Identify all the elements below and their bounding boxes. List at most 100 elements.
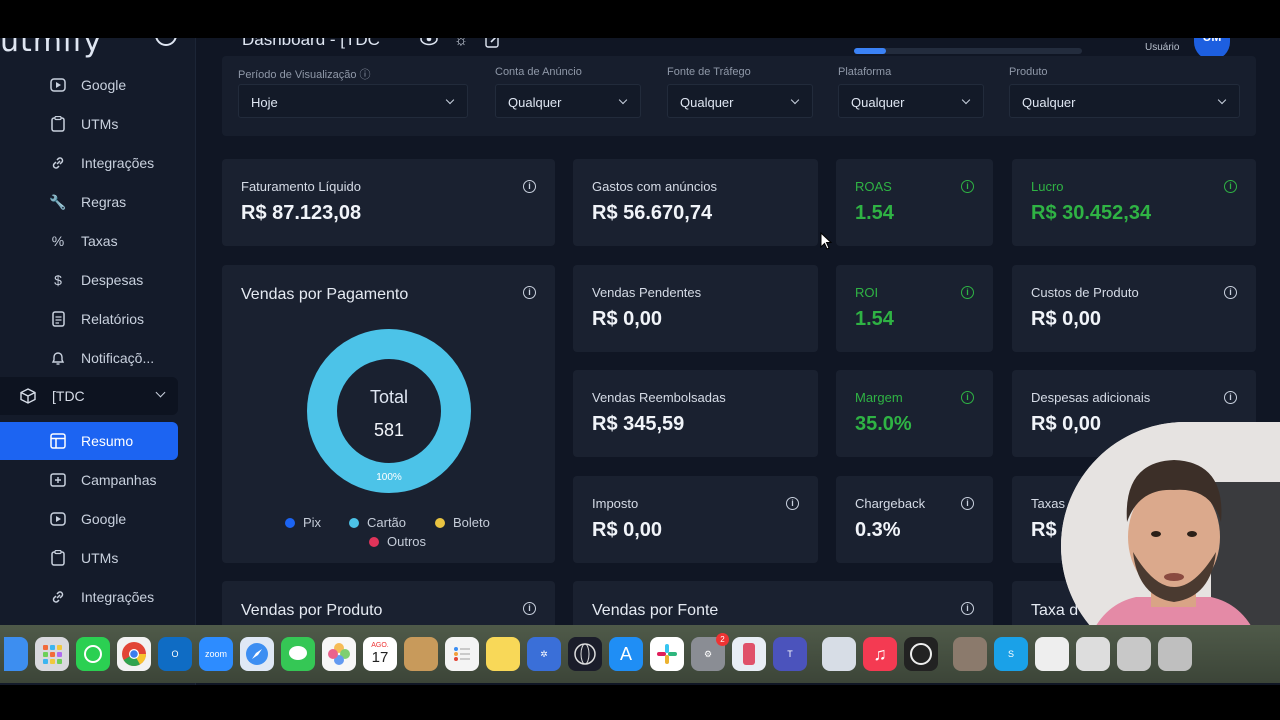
filter-bar: Período de Visualização ⓘ Hoje Conta de … [222,56,1256,136]
fonte-select[interactable]: Qualquer [667,84,813,118]
spreadsheet-thumbnail-icon[interactable] [1076,637,1110,671]
info-icon[interactable]: i [961,180,974,193]
chrome-icon[interactable] [117,637,151,671]
plataforma-select[interactable]: Qualquer [838,84,984,118]
info-icon[interactable]: i [961,286,974,299]
file-thumbnail-icon[interactable] [1117,637,1151,671]
sidebar-item-campanhas[interactable]: Campanhas [0,461,178,499]
chevron-down-icon [961,95,971,105]
photo-thumbnail-icon[interactable] [953,637,987,671]
legend-item-outros[interactable]: Outros [369,534,426,549]
legend-label: Cartão [367,515,407,530]
percent-icon: % [51,233,65,249]
settings-icon[interactable]: ⚙ 2 [691,633,729,671]
info-icon[interactable]: i [1224,391,1237,404]
legend-label: Boleto [453,515,490,530]
sidebar-item-integracoes-2[interactable]: Integrações [0,578,178,616]
sidebar-item-utms-2[interactable]: UTMs [0,539,178,577]
legend-item-cartao[interactable]: Cartão [349,515,406,530]
goal-progress-fill [854,48,886,54]
sidebar-item-label: Resumo [81,433,134,449]
calendar-icon[interactable]: AGO. 17 [363,637,397,671]
sidebar-item-despesas[interactable]: $ Despesas [0,261,178,299]
info-icon[interactable]: i [961,497,974,510]
sidebar-item-regras[interactable]: 🔧 Regras [0,183,178,221]
info-icon[interactable]: i [961,391,974,404]
card-title: Taxa d [1031,602,1079,619]
music-icon[interactable]: ♫ [863,637,897,671]
app-window: utmify Google UTMs Integrações 🔧 Regras … [0,38,1280,685]
info-icon[interactable]: ⓘ [360,69,371,81]
goal-progress-bar [854,48,1082,54]
sidebar-item-google-2[interactable]: Google [0,500,178,538]
outlook-icon[interactable]: O [158,637,192,671]
whatsapp-icon[interactable] [76,637,110,671]
card-label: Chargeback [855,496,926,511]
sidebar-item-label: UTMs [81,550,119,566]
info-icon[interactable]: i [523,180,536,193]
donut-center-label: Total [370,387,408,407]
info-icon[interactable]: i [1224,180,1237,193]
card-value: R$ 0,00 [1031,413,1102,435]
notes-icon[interactable] [486,637,520,671]
card-label: Vendas Reembolsadas [592,390,726,405]
filter-label-fonte: Fonte de Tráfego [667,66,751,78]
card-label: Margem [855,390,903,405]
eye-icon[interactable] [420,38,438,50]
reminders-icon[interactable] [445,637,479,671]
sidebar-item-relatorios[interactable]: Relatórios [0,300,178,338]
info-icon[interactable]: i [523,602,536,615]
legend-dot [349,517,359,528]
youtube-icon [48,75,68,95]
messages-icon[interactable] [281,637,315,671]
legend-item-boleto[interactable]: Boleto [435,515,490,530]
sidebar-item-integracoes[interactable]: Integrações [0,144,178,182]
info-icon[interactable]: i [1224,286,1237,299]
sidebar-item-taxas[interactable]: % Taxas [0,222,178,260]
obs-icon[interactable] [904,637,938,671]
sidebar-item-utms[interactable]: UTMs [0,105,178,143]
finder-icon[interactable] [4,637,28,671]
sidebar-item-label: Integrações [81,589,155,605]
card-imposto: Imposto R$ 0,00 i [573,476,818,563]
sun-icon[interactable]: ☼ [452,38,470,50]
slice-label: 100% [376,472,402,483]
launchpad-icon[interactable] [35,637,69,671]
periodo-select[interactable]: Hoje [238,84,468,118]
dollar-icon: $ [54,272,62,288]
preview-icon[interactable] [822,637,856,671]
select-value: Qualquer [680,95,734,110]
card-label: Lucro [1031,179,1064,194]
sidebar-group-tdc[interactable]: [TDC [0,377,178,415]
document-thumbnail-icon[interactable] [1035,637,1069,671]
zoom-icon[interactable]: zoom [199,637,233,671]
app-store-icon[interactable]: A [609,637,643,671]
sidebar-item-google[interactable]: Google [0,66,178,104]
sidebar-item-label: Taxas [81,233,118,249]
photos-icon[interactable] [322,637,356,671]
card-faturamento: Faturamento Líquido R$ 87.123,08 i [222,159,555,246]
sidebar-item-resumo[interactable]: Resumo [0,422,178,460]
trash-icon[interactable] [1158,637,1192,671]
legend-label: Pix [303,515,322,530]
iphone-mirroring-icon[interactable] [732,637,766,671]
safari-icon[interactable] [240,637,274,671]
legend-item-pix[interactable]: Pix [285,515,321,530]
donut-slice-cartão[interactable] [307,329,471,493]
info-icon[interactable]: i [523,286,536,299]
conta-select[interactable]: Qualquer [495,84,641,118]
teams-icon[interactable]: T [773,637,807,671]
slack-icon[interactable] [650,637,684,671]
globe-app-icon[interactable] [568,637,602,671]
contacts-icon[interactable] [404,637,438,671]
network-icon[interactable]: ✲ [527,637,561,671]
skype-icon[interactable]: S [994,637,1028,671]
page-title: Dashboard - [TDC [242,38,380,49]
card-value: R$ 0,00 [592,519,663,541]
sidebar-item-notificacoes[interactable]: Notificaçõ... [0,339,178,377]
report-icon [48,309,68,329]
info-icon[interactable]: i [786,497,799,510]
edit-icon[interactable] [484,38,502,50]
info-icon[interactable]: i [961,602,974,615]
produto-select[interactable]: Qualquer [1009,84,1240,118]
